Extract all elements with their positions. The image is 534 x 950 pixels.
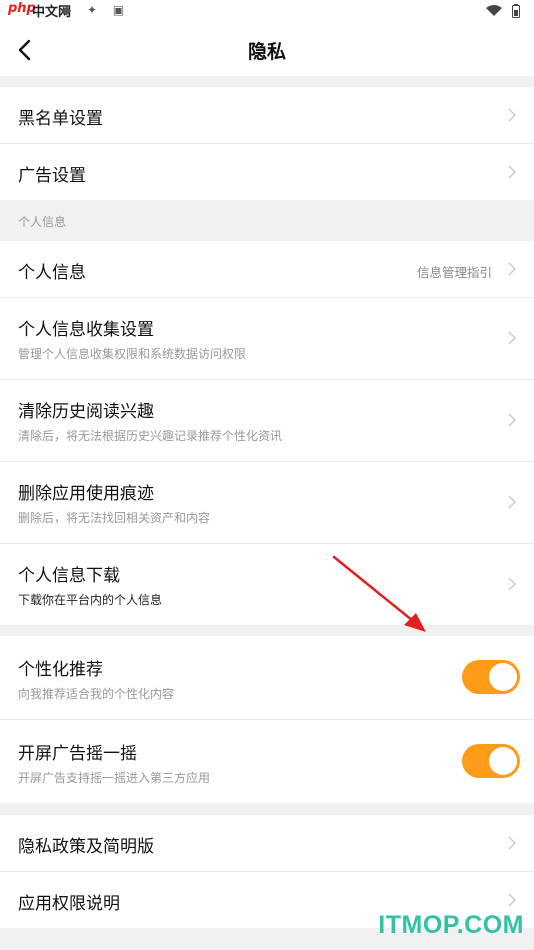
chevron-right-icon [508, 165, 516, 179]
chevron-right-icon [508, 836, 516, 850]
info-guide-link[interactable]: 信息管理指引 [417, 262, 492, 281]
chevron-right-icon [508, 577, 516, 591]
row-clear-history[interactable]: 清除历史阅读兴趣 清除后，将无法根据历史兴趣记录推荐个性化资讯 [0, 380, 534, 462]
row-privacy-policy[interactable]: 隐私政策及简明版 [0, 815, 534, 872]
row-subtitle: 删除后，将无法找回相关资产和内容 [18, 511, 211, 525]
row-label: 个人信息下载 [18, 566, 120, 586]
row-personal-info-download[interactable]: 个人信息下载 下载你在平台内的个人信息 [0, 544, 534, 625]
row-collection-settings[interactable]: 个人信息收集设置 管理个人信息收集权限和系统数据访问权限 [0, 298, 534, 380]
row-label: 个人信息收集设置 [18, 320, 154, 340]
row-personalized-recommendation: 个性化推荐 向我推荐适合我的个性化内容 [0, 636, 534, 720]
chevron-right-icon [508, 495, 516, 509]
battery-icon [512, 3, 520, 18]
row-delete-usage-traces[interactable]: 删除应用使用痕迹 删除后，将无法找回相关资产和内容 [0, 462, 534, 544]
toggle-knob [489, 747, 517, 775]
row-subtitle: 清除后，将无法根据历史兴趣记录推荐个性化资讯 [18, 429, 283, 443]
page-header: 隐私 [0, 24, 534, 76]
row-label: 应用权限说明 [18, 894, 120, 914]
row-label: 黑名单设置 [18, 109, 103, 129]
chevron-right-icon [508, 413, 516, 427]
chevron-right-icon [508, 331, 516, 345]
row-label: 清除历史阅读兴趣 [18, 402, 154, 422]
section-header-personal: 个人信息 [0, 200, 534, 240]
row-label: 个人信息 [18, 263, 86, 283]
splash-ad-shake-toggle[interactable] [462, 744, 520, 778]
wifi-icon [485, 4, 502, 16]
status-bar: php 中文网 ◆ ✦ ▣ [0, 0, 534, 24]
section-title: 个人信息 [18, 215, 67, 229]
chevron-right-icon [508, 893, 516, 907]
row-label: 广告设置 [18, 166, 86, 186]
recommendation-group: 个性化推荐 向我推荐适合我的个性化内容 开屏广告摇一摇 开屏广告支持摇一摇进入第… [0, 636, 534, 803]
row-label: 开屏广告摇一摇 [18, 744, 137, 764]
toggle-knob [489, 663, 517, 691]
row-label: 隐私政策及简明版 [18, 837, 154, 857]
row-personal-info[interactable]: 个人信息 信息管理指引 [0, 241, 534, 298]
row-subtitle: 下载你在平台内的个人信息 [18, 593, 163, 607]
annotation-arrow-icon [332, 555, 426, 632]
page-title: 隐私 [247, 41, 286, 63]
row-ad-settings[interactable]: 广告设置 [0, 144, 534, 200]
settings-group-top: 黑名单设置 广告设置 [0, 87, 534, 200]
row-blacklist-settings[interactable]: 黑名单设置 [0, 87, 534, 144]
row-label: 个性化推荐 [18, 660, 103, 680]
row-subtitle: 向我推荐适合我的个性化内容 [18, 687, 175, 701]
row-subtitle: 管理个人信息收集权限和系统数据访问权限 [18, 347, 247, 361]
watermark: ITMOP.COM [378, 911, 524, 939]
status-right-icons [485, 3, 520, 18]
chevron-right-icon [508, 262, 516, 276]
row-splash-ad-shake: 开屏广告摇一摇 开屏广告支持摇一摇进入第三方应用 [0, 720, 534, 803]
personalized-recommendation-toggle[interactable] [462, 660, 520, 694]
row-label: 删除应用使用痕迹 [18, 484, 154, 504]
notification-icons: ◆ ✦ ▣ [62, 3, 131, 17]
row-subtitle: 开屏广告支持摇一摇进入第三方应用 [18, 771, 211, 785]
personal-info-group: 个人信息 信息管理指引 个人信息收集设置 管理个人信息收集权限和系统数据访问权限… [0, 241, 534, 625]
chevron-right-icon [508, 108, 516, 122]
